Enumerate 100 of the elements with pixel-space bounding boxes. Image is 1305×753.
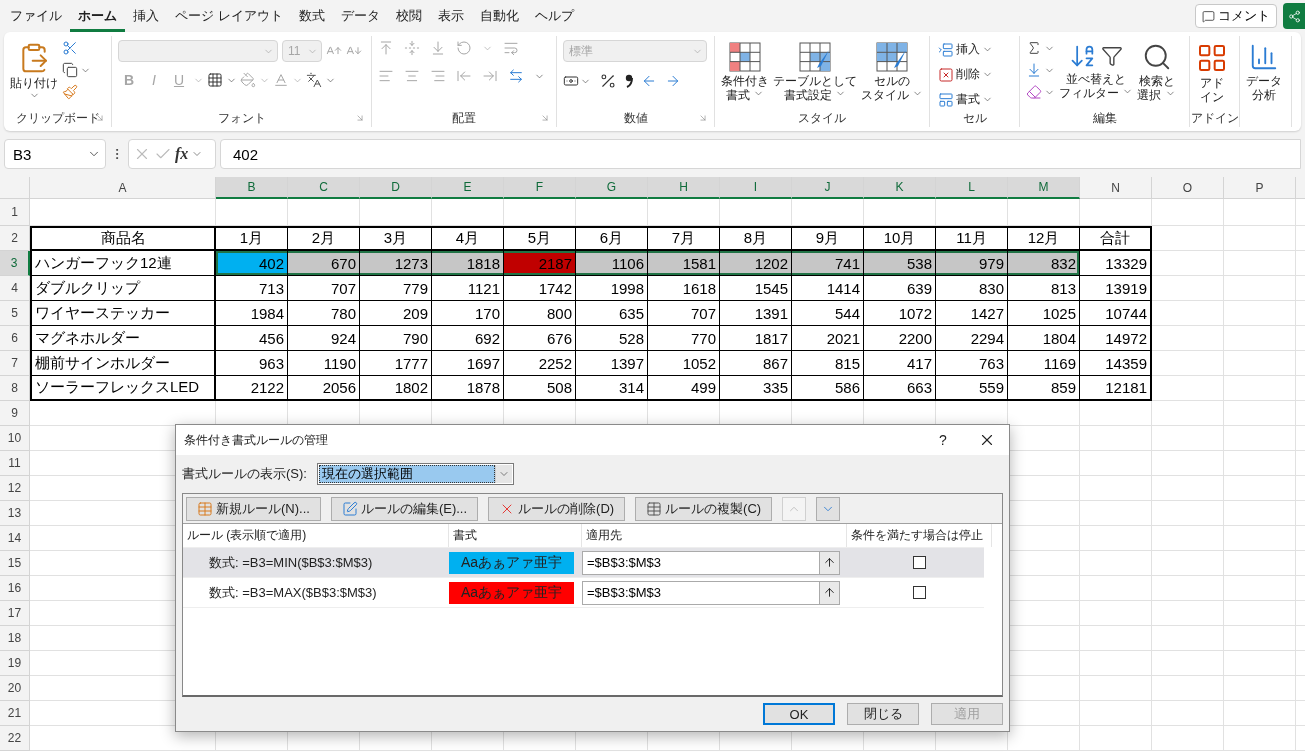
sheet-cell[interactable] xyxy=(1080,701,1152,726)
column-header[interactable]: E xyxy=(432,177,504,199)
sheet-cell[interactable]: 586 xyxy=(792,376,864,401)
sheet-cell[interactable]: ソーラーフレックスLED xyxy=(30,376,216,401)
percent-icon[interactable] xyxy=(599,72,617,90)
sheet-cell[interactable] xyxy=(1080,451,1152,476)
column-header[interactable]: F xyxy=(504,177,576,199)
sheet-cell[interactable]: 1169 xyxy=(1008,351,1080,376)
toolbar-button[interactable]: ルールの複製(C) xyxy=(635,496,773,521)
sheet-cell[interactable] xyxy=(1080,426,1152,451)
sheet-cell[interactable]: 544 xyxy=(792,301,864,326)
align-left-icon[interactable] xyxy=(378,68,394,84)
column-header[interactable]: L xyxy=(936,177,1008,199)
sheet-cell[interactable]: 924 xyxy=(288,326,360,351)
sheet-cell[interactable] xyxy=(1080,576,1152,601)
sheet-cell[interactable] xyxy=(1152,401,1224,426)
sheet-cell[interactable]: 713 xyxy=(216,276,288,301)
help-button[interactable]: ? xyxy=(921,431,965,449)
sum-icon[interactable] xyxy=(1026,40,1042,56)
sheet-cell[interactable] xyxy=(1152,676,1224,701)
sheet-cell[interactable]: 棚前サインホルダー xyxy=(30,351,216,376)
column-header[interactable]: J xyxy=(792,177,864,199)
sheet-cell[interactable] xyxy=(1224,626,1296,651)
sheet-cell[interactable]: マグネホルダー xyxy=(30,326,216,351)
sheet-cell[interactable]: 314 xyxy=(576,376,648,401)
row-header[interactable]: 10 xyxy=(0,426,30,451)
ribbon-button[interactable]: 条件付き 書式 xyxy=(721,40,769,104)
row-header[interactable]: 20 xyxy=(0,676,30,701)
row-header[interactable]: 4 xyxy=(0,276,30,301)
menu-tab[interactable]: 挿入 xyxy=(125,0,167,32)
border-icon[interactable] xyxy=(207,72,223,88)
sheet-cell[interactable]: 14972 xyxy=(1080,326,1152,351)
sheet-cell[interactable]: 170 xyxy=(432,301,504,326)
orientation-icon[interactable] xyxy=(456,40,472,56)
chart-icon[interactable] xyxy=(1249,42,1279,72)
row-header[interactable]: 6 xyxy=(0,326,30,351)
column-header[interactable]: C xyxy=(288,177,360,199)
sheet-cell[interactable]: 790 xyxy=(360,326,432,351)
sheet-cell[interactable]: 2056 xyxy=(288,376,360,401)
sheet-cell[interactable]: 2252 xyxy=(504,351,576,376)
sheet-cell[interactable] xyxy=(1224,526,1296,551)
ribbon-button[interactable]: データ 分析 xyxy=(1246,40,1282,104)
row-header[interactable]: 1 xyxy=(0,199,30,226)
menu-tab[interactable]: データ xyxy=(332,0,388,32)
sheet-cell[interactable]: 13919 xyxy=(1080,276,1152,301)
sheet-cell[interactable] xyxy=(1080,651,1152,676)
column-header[interactable]: M xyxy=(1008,177,1080,199)
increase-decimal-icon[interactable] xyxy=(641,73,657,89)
formula-field[interactable]: 402 xyxy=(220,139,1301,169)
sheet-cell[interactable] xyxy=(1224,576,1296,601)
sheet-cell[interactable]: 1545 xyxy=(720,276,792,301)
sheet-cell[interactable]: 1804 xyxy=(1008,326,1080,351)
sheet-cell[interactable]: 1818 xyxy=(432,251,504,276)
sheet-cell[interactable]: 538 xyxy=(864,251,936,276)
sheet-cell[interactable]: 707 xyxy=(648,301,720,326)
sheet-cell[interactable]: 2122 xyxy=(216,376,288,401)
sheet-cell[interactable] xyxy=(1152,426,1224,451)
sheet-cell[interactable] xyxy=(1152,376,1224,401)
sheet-cell[interactable]: 10744 xyxy=(1080,301,1152,326)
sheet-cell[interactable] xyxy=(1152,601,1224,626)
sheet-cell[interactable]: 859 xyxy=(1008,376,1080,401)
sheet-cell[interactable] xyxy=(1008,199,1080,226)
sheet-cell[interactable] xyxy=(1224,426,1296,451)
row-header[interactable]: 14 xyxy=(0,526,30,551)
sheet-cell[interactable]: 663 xyxy=(864,376,936,401)
sheet-cell[interactable]: 13329 xyxy=(1080,251,1152,276)
sheet-cell[interactable]: 1414 xyxy=(792,276,864,301)
sheet-cell[interactable]: 1878 xyxy=(432,376,504,401)
sheet-cell[interactable]: 1817 xyxy=(720,326,792,351)
align-middle-icon[interactable] xyxy=(404,40,420,56)
sheet-cell[interactable] xyxy=(1224,651,1296,676)
sheet-cell[interactable]: 813 xyxy=(1008,276,1080,301)
row-header[interactable]: 21 xyxy=(0,701,30,726)
sheet-cell[interactable] xyxy=(1152,651,1224,676)
sheet-cell[interactable]: 692 xyxy=(432,326,504,351)
copy-icon[interactable] xyxy=(62,62,78,78)
row-header[interactable]: 12 xyxy=(0,476,30,501)
row-header[interactable]: 9 xyxy=(0,401,30,426)
align-right-icon[interactable] xyxy=(430,68,446,84)
sheet-cell[interactable] xyxy=(1152,451,1224,476)
sheet-cell[interactable] xyxy=(1152,501,1224,526)
sheet-cell[interactable] xyxy=(1152,351,1224,376)
format-icon[interactable] xyxy=(938,91,954,108)
sheet-cell[interactable] xyxy=(1152,726,1224,751)
menu-tab[interactable]: ページ レイアウト xyxy=(167,0,291,32)
sheet-cell[interactable] xyxy=(1080,526,1152,551)
sheet-cell[interactable] xyxy=(30,199,216,226)
sheet-cell[interactable]: 832 xyxy=(1008,251,1080,276)
sheet-cell[interactable] xyxy=(1080,676,1152,701)
currency-icon[interactable] xyxy=(563,73,579,89)
sheet-cell[interactable] xyxy=(576,199,648,226)
align-center-icon[interactable] xyxy=(404,68,420,84)
column-header[interactable]: P xyxy=(1224,177,1296,199)
sheet-cell[interactable] xyxy=(1080,199,1152,226)
sheet-cell[interactable] xyxy=(1224,401,1296,426)
insert-icon[interactable] xyxy=(938,41,954,58)
phonetic-icon[interactable] xyxy=(306,72,322,88)
menu-tab[interactable]: 校閲 xyxy=(387,0,430,32)
filter-icon[interactable] xyxy=(1101,45,1124,67)
fill-icon[interactable] xyxy=(1026,62,1042,78)
